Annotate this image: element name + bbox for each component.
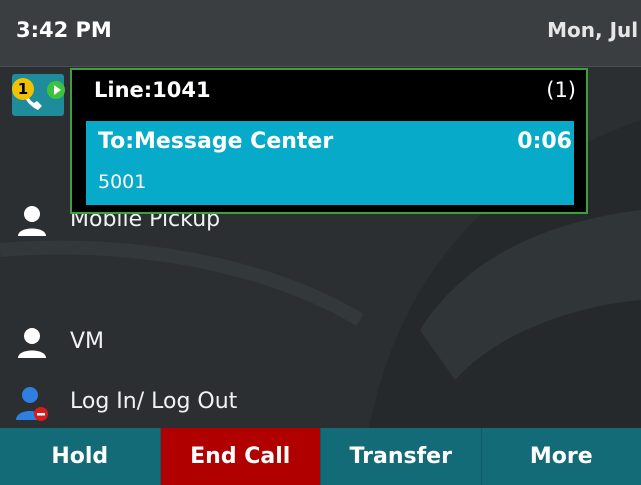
status-date: Mon, Jul 5 [547,18,641,42]
call-destination: To:Message Center [98,129,334,154]
line-key-label: Log In/ Log Out [70,389,238,414]
popup-call-count: (1) [546,78,576,102]
hold-button[interactable]: Hold [0,428,161,485]
phone-screen: 3:42 PM Mon, Jul 5 1 Mobile Pickup VM Lo… [0,0,641,485]
contact-icon [18,206,46,236]
user-blocked-icon [16,387,48,421]
clock-time: 3:42 PM [16,18,112,42]
more-button[interactable]: More [481,428,641,485]
line-key-log-in-log-out[interactable]: Log In/ Log Out [0,380,641,424]
call-timer: 0:06 [517,129,572,154]
active-call-popup[interactable]: Line:1041 (1) To:Message Center 0:06 500… [70,68,588,214]
contact-icon [18,328,46,358]
active-call-indicator-icon [47,81,65,99]
end-call-button[interactable]: End Call [160,428,321,485]
call-number: 5001 [98,171,147,193]
status-bar: 3:42 PM Mon, Jul 5 [0,0,641,67]
line-key-label: VM [70,329,105,354]
call-count-badge: 1 [12,78,34,100]
call-entry-selected[interactable]: To:Message Center 0:06 5001 [86,121,574,205]
popup-line-title: Line:1041 [94,78,211,102]
softkey-bar: Hold End Call Transfer More [0,428,641,485]
transfer-button[interactable]: Transfer [321,428,482,485]
line-key-vm[interactable]: VM [0,320,641,364]
